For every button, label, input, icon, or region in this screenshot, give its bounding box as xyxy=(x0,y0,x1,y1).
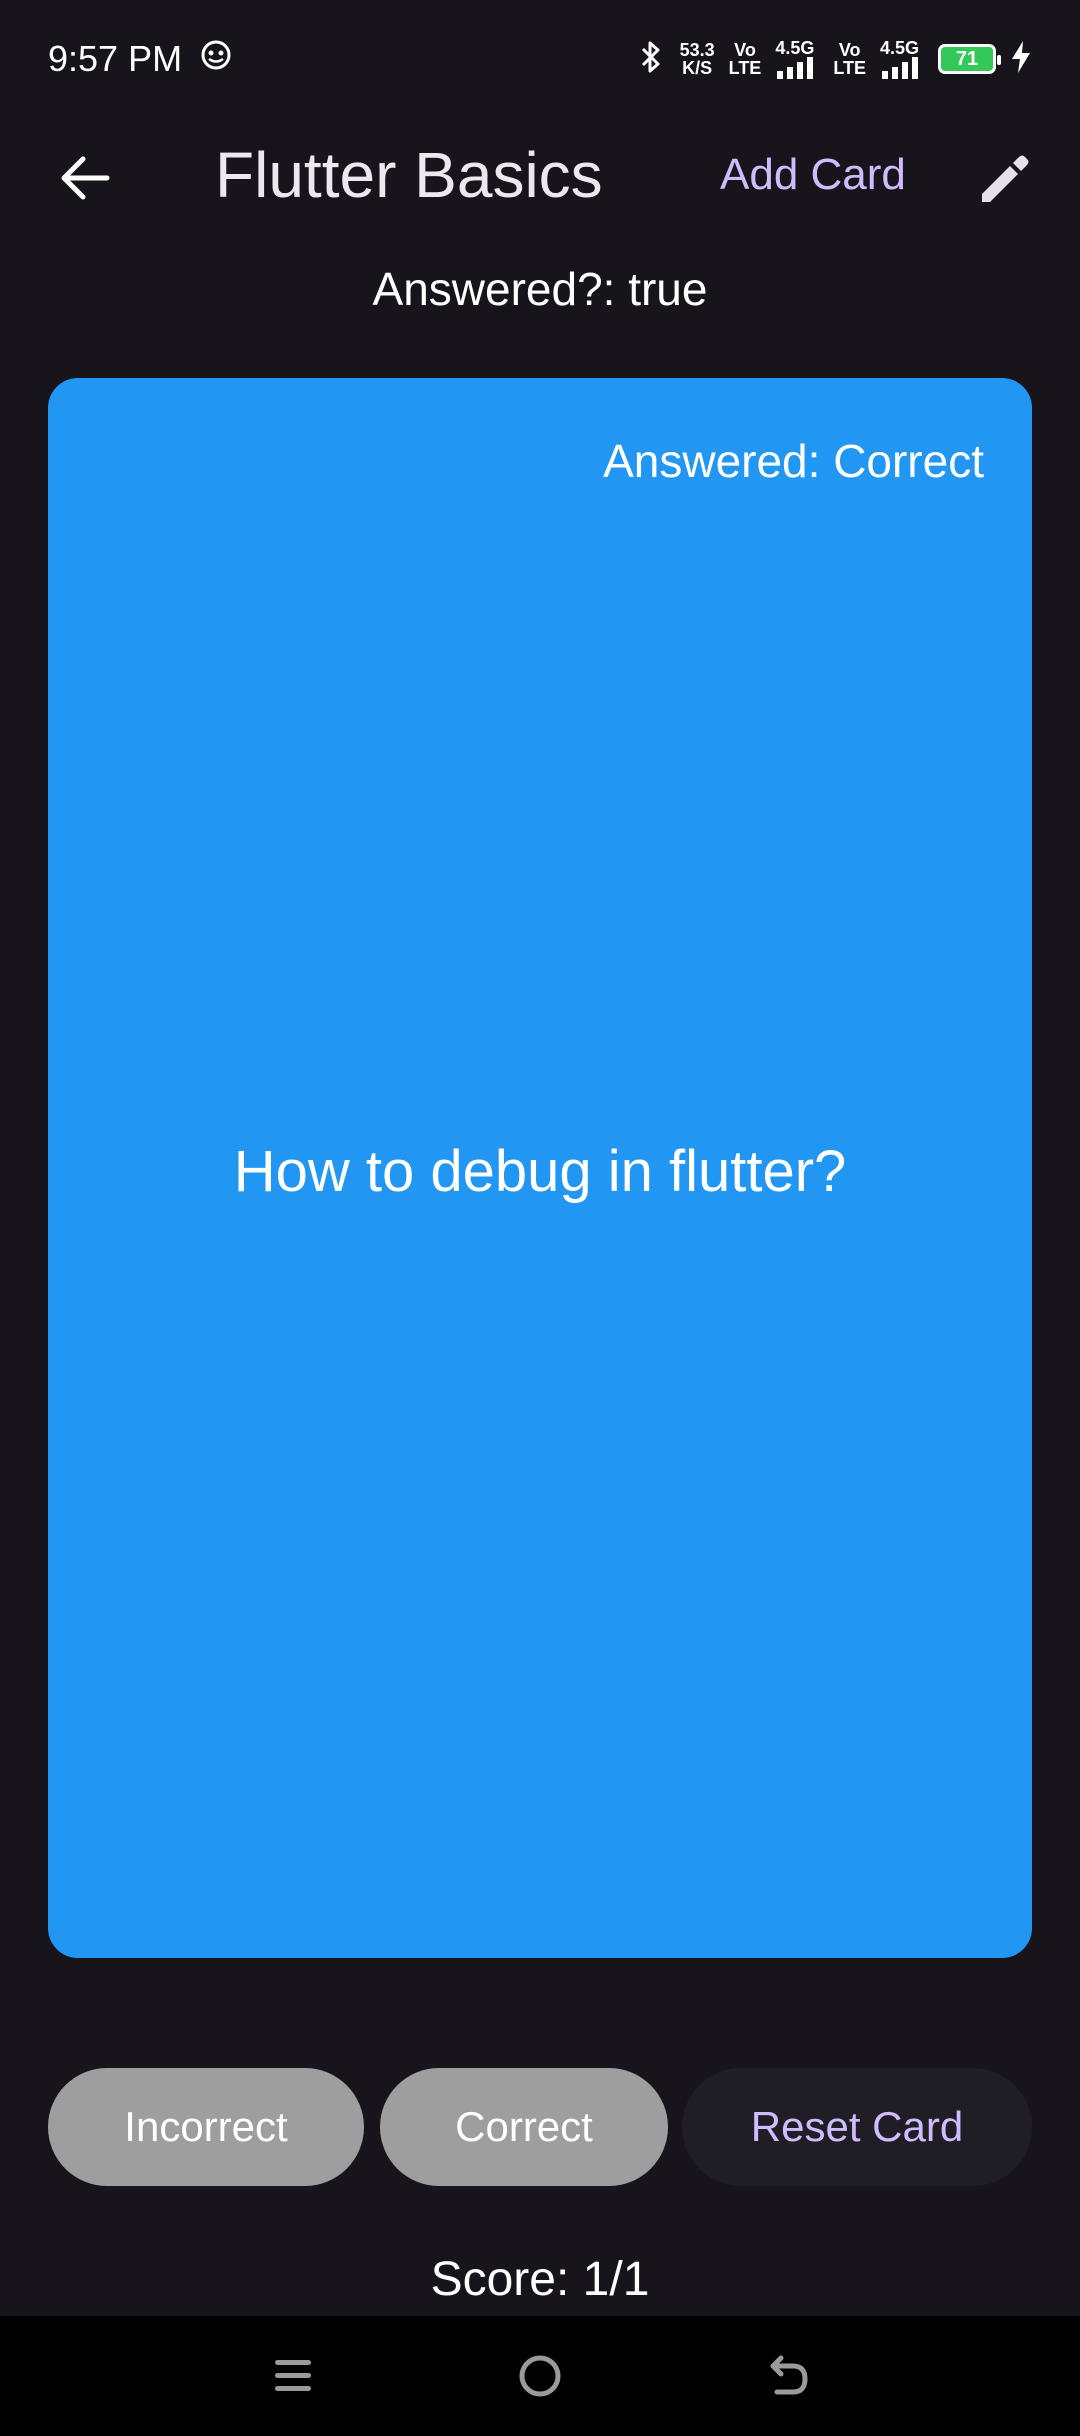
back-arrow-icon xyxy=(61,156,110,200)
volte-top-2: Vo xyxy=(838,40,861,60)
bluetooth-icon xyxy=(636,39,666,80)
network-gen-2: 4.5G xyxy=(880,38,920,58)
home-circle-icon xyxy=(519,2355,561,2397)
reset-card-button[interactable]: Reset Card xyxy=(682,2068,1032,2186)
signal-icon xyxy=(882,57,918,79)
signal-group-1: 4.5G xyxy=(775,39,819,79)
home-button[interactable] xyxy=(500,2336,580,2416)
app-bar: Flutter Basics Add Card xyxy=(0,118,1080,236)
volte-bottom-2: LTE xyxy=(833,58,866,78)
answered-flag-text: Answered?: true xyxy=(372,263,708,315)
battery-level: 71 xyxy=(955,47,979,70)
battery-icon: 71 xyxy=(938,44,1001,74)
network-speed-value: 53.3 xyxy=(679,40,715,60)
signal-icon xyxy=(777,57,814,79)
page-title: Flutter Basics xyxy=(215,139,603,211)
volte-top-1: Vo xyxy=(734,40,756,60)
score-text: Score: 1/1 xyxy=(430,2253,650,2306)
notification-app-icon xyxy=(200,38,232,80)
add-card-button[interactable]: Add Card xyxy=(720,150,906,200)
status-time: 9:57 PM xyxy=(48,38,183,79)
edit-button[interactable] xyxy=(970,144,1040,214)
back-nav-button[interactable] xyxy=(747,2336,827,2416)
back-return-icon xyxy=(770,2355,808,2395)
correct-button[interactable]: Correct xyxy=(380,2068,668,2186)
back-button[interactable] xyxy=(40,140,130,216)
card-answer-status: Answered: Correct xyxy=(603,435,984,487)
flashcard[interactable]: Answered: Correct How to debug in flutte… xyxy=(48,378,1032,1958)
menu-lines-icon xyxy=(275,2360,312,2391)
status-bar: 9:57 PM 53.3 K/S Vo LTE 4.5G Vo LTE 4.5G… xyxy=(0,0,1080,118)
charging-icon xyxy=(1010,40,1032,79)
network-gen-1: 4.5G xyxy=(775,38,815,58)
card-question: How to debug in flutter? xyxy=(233,1139,847,1204)
incorrect-button[interactable]: Incorrect xyxy=(48,2068,364,2186)
network-speed-unit: K/S xyxy=(682,58,713,78)
volte-bottom-1: LTE xyxy=(728,58,762,78)
volte-label-2: Vo LTE xyxy=(833,41,866,77)
system-nav-bar xyxy=(0,2316,1080,2436)
signal-group-2: 4.5G xyxy=(880,39,924,79)
edit-pencil-icon xyxy=(982,155,1029,202)
recent-apps-button[interactable] xyxy=(253,2336,333,2416)
volte-label-1: Vo LTE xyxy=(729,41,762,77)
status-left: 9:57 PM xyxy=(48,38,232,80)
status-right: 53.3 K/S Vo LTE 4.5G Vo LTE 4.5G 71 xyxy=(636,39,1032,80)
network-speed: 53.3 K/S xyxy=(680,41,715,77)
